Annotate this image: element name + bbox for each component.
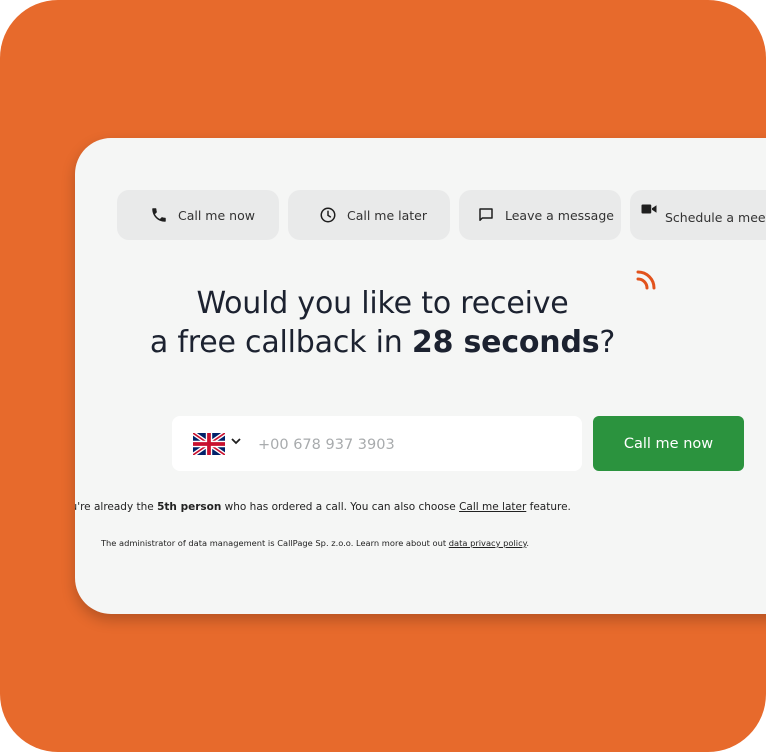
notice-bold-text: 5th person	[157, 501, 222, 513]
phone-field	[172, 416, 582, 473]
privacy-text: The administrator of data management is …	[100, 538, 449, 548]
notice-text: who has ordered a call. You can also cho…	[221, 501, 460, 513]
headline: Would you like to receive a free callbac…	[75, 284, 766, 362]
phone-number-input[interactable]	[256, 416, 560, 473]
tab-label: Call me now	[178, 207, 255, 223]
headline-text: ?	[599, 325, 616, 360]
callback-widget-card: Call me now Call me later Leave a messag…	[75, 138, 766, 614]
privacy-notice: The administrator of data management is …	[75, 538, 700, 548]
callback-notice: You're already the 5th person who has or…	[75, 501, 700, 513]
chevron-down-icon[interactable]	[231, 438, 241, 445]
notice-text: You're already the	[75, 501, 154, 513]
tab-label: Call me later	[347, 207, 428, 223]
privacy-policy-link[interactable]: data privacy policy	[449, 538, 527, 548]
tab-label: Schedule a meetin	[665, 210, 766, 225]
orange-background: Call me now Call me later Leave a messag…	[0, 0, 766, 752]
call-me-now-button[interactable]: Call me now	[593, 416, 744, 471]
tab-leave-a-message[interactable]: Leave a message	[459, 190, 621, 240]
tab-schedule-a-meeting[interactable]: Schedule a meetin	[630, 190, 766, 240]
clock-icon	[317, 204, 339, 226]
tab-call-me-now[interactable]: Call me now	[117, 190, 279, 240]
uk-flag-icon[interactable]	[193, 433, 225, 455]
privacy-text: .	[526, 538, 530, 548]
tab-label: Leave a message	[505, 207, 614, 223]
headline-text: a free callback in	[149, 325, 412, 360]
headline-line-1: Would you like to receive	[196, 286, 569, 321]
video-camera-icon	[638, 198, 660, 220]
headline-bold-text: 28 seconds	[411, 325, 600, 360]
message-icon	[475, 204, 497, 226]
phone-icon	[148, 204, 170, 226]
call-me-later-link[interactable]: Call me later	[459, 501, 526, 513]
notice-text: feature.	[526, 501, 571, 513]
headline-line-2: a free callback in 28 seconds?	[75, 323, 766, 362]
tab-call-me-later[interactable]: Call me later	[288, 190, 450, 240]
